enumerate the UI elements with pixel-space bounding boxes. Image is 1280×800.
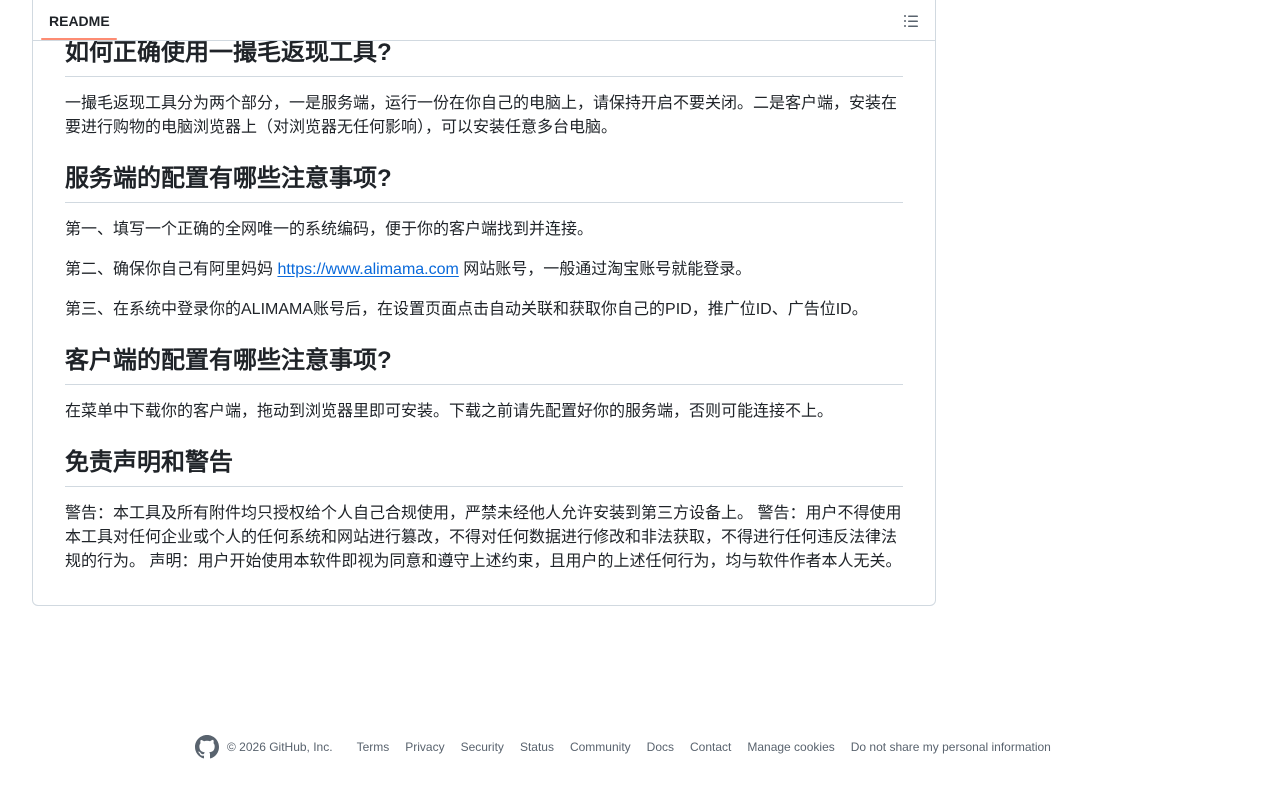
section-heading: 免责声明和警告 xyxy=(65,448,903,487)
footer-link-manage-cookies[interactable]: Manage cookies xyxy=(747,740,834,754)
paragraph-text: 网站账号，一般通过淘宝账号就能登录。 xyxy=(458,261,752,278)
footer-link-security[interactable]: Security xyxy=(461,740,504,754)
section-heading: 如何正确使用一撮毛返现工具? xyxy=(65,38,903,77)
footer-link-do-not-share[interactable]: Do not share my personal information xyxy=(851,740,1051,754)
page: README 如何正确使用一撮毛返现工具? 一撮毛返现工具分为两个部分，一是服务… xyxy=(0,0,1280,800)
readme-header: README xyxy=(33,1,935,41)
section-paragraph: 一撮毛返现工具分为两个部分，一是服务端，运行一份在你自己的电脑上，请保持开启不要… xyxy=(65,95,898,136)
footer-link-docs[interactable]: Docs xyxy=(647,740,674,754)
section-paragraph: 第一、填写一个正确的全网唯一的系统编码，便于你的客户端找到并连接。 xyxy=(65,221,594,238)
readme-tab-active-indicator xyxy=(41,38,117,40)
outline-button[interactable] xyxy=(897,7,925,35)
footer-link-privacy[interactable]: Privacy xyxy=(405,740,444,754)
section-paragraph-with-link: 第二、确保你自己有阿里妈妈 https://www.alimama.com 网站… xyxy=(65,258,903,282)
alimama-link[interactable]: https://www.alimama.com xyxy=(277,261,458,278)
section-paragraph: 警告：本工具及所有附件均只授权给个人自己合规使用，严禁未经他人允许安装到第三方设… xyxy=(65,505,902,570)
footer-link-contact[interactable]: Contact xyxy=(690,740,731,754)
footer-link-community[interactable]: Community xyxy=(570,740,631,754)
list-unordered-icon xyxy=(904,15,918,27)
readme-tab[interactable]: README xyxy=(41,1,118,40)
footer-link-status[interactable]: Status xyxy=(520,740,554,754)
readme-container: README 如何正确使用一撮毛返现工具? 一撮毛返现工具分为两个部分，一是服务… xyxy=(32,0,936,606)
paragraph-text: 第二、确保你自己有阿里妈妈 xyxy=(65,261,278,278)
site-footer: © 2026 GitHub, Inc. Terms Privacy Securi… xyxy=(195,734,1051,760)
footer-link-terms[interactable]: Terms xyxy=(357,740,390,754)
section-heading: 服务端的配置有哪些注意事项? xyxy=(65,164,903,203)
section-paragraph: 第三、在系统中登录你的ALIMAMA账号后，在设置页面点击自动关联和获取你自己的… xyxy=(65,301,868,318)
section-heading: 客户端的配置有哪些注意事项? xyxy=(65,346,903,385)
github-mark-icon[interactable] xyxy=(195,735,219,759)
section-paragraph: 在菜单中下载你的客户端，拖动到浏览器里即可安装。下载之前请先配置好你的服务端，否… xyxy=(65,403,834,420)
readme-tab-label: README xyxy=(49,12,110,29)
footer-copyright: © 2026 GitHub, Inc. xyxy=(227,740,333,754)
